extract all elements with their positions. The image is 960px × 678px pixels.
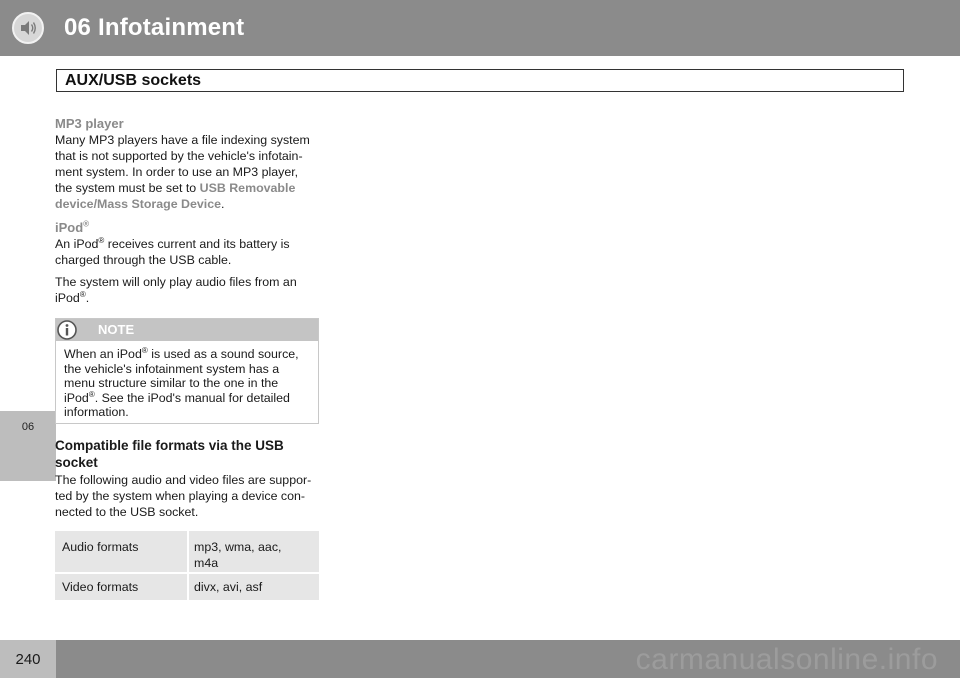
info-icon: [57, 320, 77, 340]
note-text: iPod: [64, 390, 89, 405]
mp3-line: the system must be set to: [55, 181, 200, 195]
side-tab-label: 06: [21, 421, 35, 433]
formats-heading-line: socket: [55, 455, 98, 470]
table-divider: [187, 574, 189, 600]
formats-heading: Compatible file formats via the USB sock…: [55, 437, 323, 471]
page-number: 240: [15, 651, 41, 668]
note-text: is used as a sound source,: [147, 347, 299, 361]
registered-mark: ®: [83, 219, 90, 229]
watermark: carmanualsonline.info: [635, 643, 938, 676]
page-footer: 240 carmanualsonline.info: [0, 640, 960, 678]
mp3-line: ment system. In order to use an MP3 play…: [55, 165, 299, 179]
ipod-paragraph-1: An iPod® receives current and its batter…: [55, 236, 323, 268]
table-row: Video formats divx, avi, asf: [55, 574, 319, 600]
usb-removable-setting: USB Removable: [199, 181, 296, 195]
formats-table: Audio formats mp3, wma, aac, m4a Video f…: [55, 531, 319, 600]
formats-text: The following audio and video files are …: [55, 473, 312, 487]
speaker-icon: [12, 12, 44, 44]
mp3-paragraph: Many MP3 players have a file indexing sy…: [55, 132, 323, 212]
side-chapter-tab: 06: [0, 411, 56, 481]
section-title-bar: AUX/USB sockets: [56, 69, 904, 92]
table-value-line: m4a: [194, 556, 219, 570]
ipod-text: iPod: [55, 291, 80, 305]
ipod-text: An iPod: [55, 237, 99, 251]
table-value-line: mp3, wma, aac,: [194, 540, 282, 554]
chapter-icon-box: [0, 0, 56, 56]
page-number-box: 240: [0, 640, 56, 678]
chapter-header: 06 Infotainment: [0, 0, 960, 56]
note-text: menu structure similar to the one in the: [64, 376, 279, 390]
note-text: When an iPod: [64, 347, 142, 361]
table-cell-value: mp3, wma, aac, m4a: [194, 539, 314, 571]
table-row: Audio formats mp3, wma, aac, m4a: [55, 531, 319, 572]
note-box: NOTE When an iPod® is used as a sound so…: [55, 318, 319, 424]
mp3-line: Many MP3 players have a file indexing sy…: [55, 133, 310, 147]
note-text: the vehicle's infotainment system has a: [64, 361, 280, 376]
note-text: information.: [64, 405, 129, 419]
mp3-heading: MP3 player: [55, 116, 124, 131]
main-content: MP3 player Many MP3 players have a file …: [55, 116, 323, 306]
note-body: When an iPod® is used as a sound source,…: [56, 341, 318, 420]
ipod-text: The system will only play audio files fr…: [55, 275, 297, 289]
formats-text: ted by the system when playing a device …: [55, 489, 306, 503]
note-header: NOTE: [56, 319, 318, 341]
ipod-heading-text: iPod: [55, 220, 84, 235]
mp3-period: .: [221, 197, 225, 211]
ipod-heading: iPod®: [55, 220, 323, 236]
chapter-title: 06 Infotainment: [64, 14, 245, 41]
ipod-text: charged through the USB cable.: [55, 253, 232, 267]
section-title: AUX/USB sockets: [65, 72, 202, 89]
formats-text: nected to the USB socket.: [55, 505, 199, 519]
table-divider: [187, 531, 189, 572]
formats-heading-line: Compatible file formats via the USB: [55, 438, 284, 453]
mp3-line: that is not supported by the vehicle's i…: [55, 149, 303, 163]
formats-paragraph: The following audio and video files are …: [55, 472, 323, 520]
ipod-text: receives current and its battery is: [104, 237, 290, 251]
table-cell-label: Video formats: [62, 580, 139, 594]
note-label: NOTE: [98, 322, 135, 337]
mass-storage-setting: device/Mass Storage Device: [55, 197, 221, 211]
ipod-text: .: [85, 291, 90, 305]
note-text: . See the iPod's manual for detailed: [94, 390, 290, 405]
table-cell-value: divx, avi, asf: [194, 580, 263, 594]
ipod-paragraph-2: The system will only play audio files fr…: [55, 274, 323, 306]
table-cell-label: Audio formats: [62, 540, 139, 554]
